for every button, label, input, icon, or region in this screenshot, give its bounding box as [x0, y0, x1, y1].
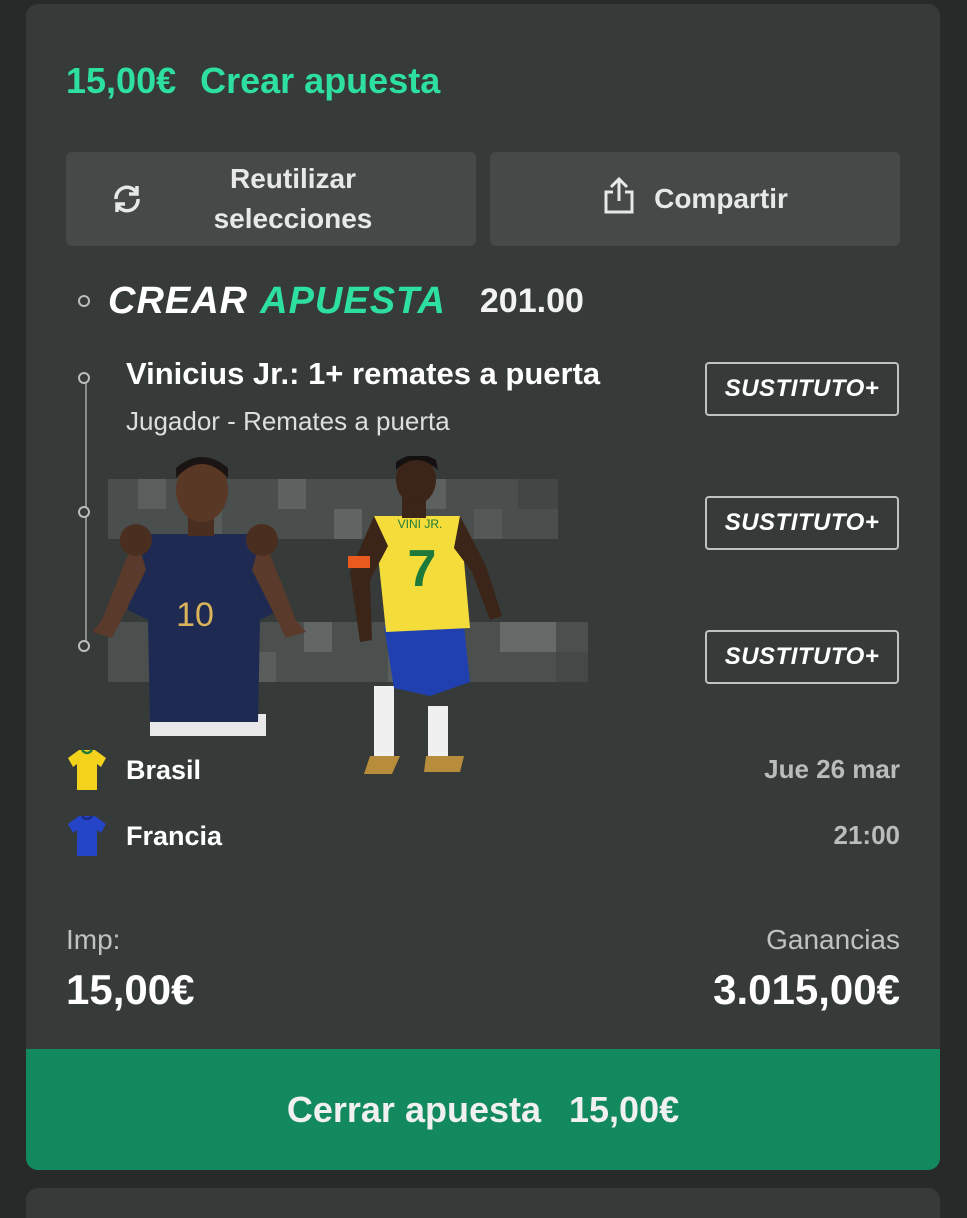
away-team-name: Francia — [126, 820, 223, 851]
logo-word1: CREAR — [108, 279, 249, 322]
timeline-node — [78, 640, 90, 652]
away-team-row: Francia — [66, 814, 222, 858]
winnings-value: 3.015,00€ — [713, 966, 900, 1013]
player-number: 7 — [408, 540, 437, 598]
timeline-node — [78, 295, 90, 307]
substitute-button[interactable]: SUSTITUTO+ — [705, 630, 899, 684]
place-bet-amount: 15,00€ — [569, 1088, 680, 1130]
winnings-label: Ganancias — [766, 924, 900, 955]
place-bet-label: Cerrar apuesta — [286, 1088, 542, 1130]
home-jersey-icon — [68, 749, 106, 790]
home-team-name: Brasil — [126, 754, 202, 785]
player-number: 10 — [176, 596, 214, 634]
stake-label: Imp: — [66, 924, 121, 955]
reuse-label-line2: selecciones — [213, 203, 373, 234]
refresh-icon — [110, 182, 144, 223]
home-team-row: Brasil — [66, 748, 201, 792]
bet-slip-card: 15,00€ Crear apuesta Reutilizar seleccion… — [26, 4, 940, 1170]
player-shirt-name: VINI JR. — [398, 517, 443, 531]
share-label: Compartir — [654, 183, 788, 214]
selection-subtitle: Jugador - Remates a puerta — [126, 406, 450, 436]
bet-slip-title-text: Crear apuesta — [200, 60, 441, 101]
stake-value: 15,00€ — [66, 966, 195, 1013]
away-jersey-icon — [68, 815, 106, 856]
bet-slip-title: 15,00€ Crear apuesta — [66, 60, 440, 102]
logo-word2: APUESTA — [260, 279, 446, 322]
place-bet-button[interactable]: Cerrar apuesta 15,00€ — [26, 1049, 940, 1170]
substitute-button[interactable]: SUSTITUTO+ — [705, 362, 899, 416]
player-image-france: 10 — [92, 450, 306, 736]
timeline-node — [78, 372, 90, 384]
reuse-label-line1: Reutilizar — [229, 163, 357, 194]
share-icon — [602, 176, 636, 222]
bet-odds: 201.00 — [479, 281, 584, 320]
reuse-selections-button[interactable]: Reutilizar selecciones — [66, 152, 476, 246]
selection-title: Vinicius Jr.: 1+ remates a puerta — [126, 356, 601, 391]
bet-builder-header: CREAR APUESTA 201.00 — [78, 278, 584, 324]
bet-builder-logo: CREAR APUESTA — [108, 280, 446, 323]
timeline-node — [78, 506, 90, 518]
match-time: 21:00 — [833, 820, 901, 850]
bet-slip-amount: 15,00€ — [66, 60, 177, 101]
player-image-brazil: VINI JR. 7 — [334, 454, 510, 776]
share-button[interactable]: Compartir — [490, 152, 900, 246]
substitute-button[interactable]: SUSTITUTO+ — [705, 496, 899, 550]
match-date: Jue 26 mar — [764, 754, 900, 784]
next-card-edge — [26, 1188, 940, 1218]
